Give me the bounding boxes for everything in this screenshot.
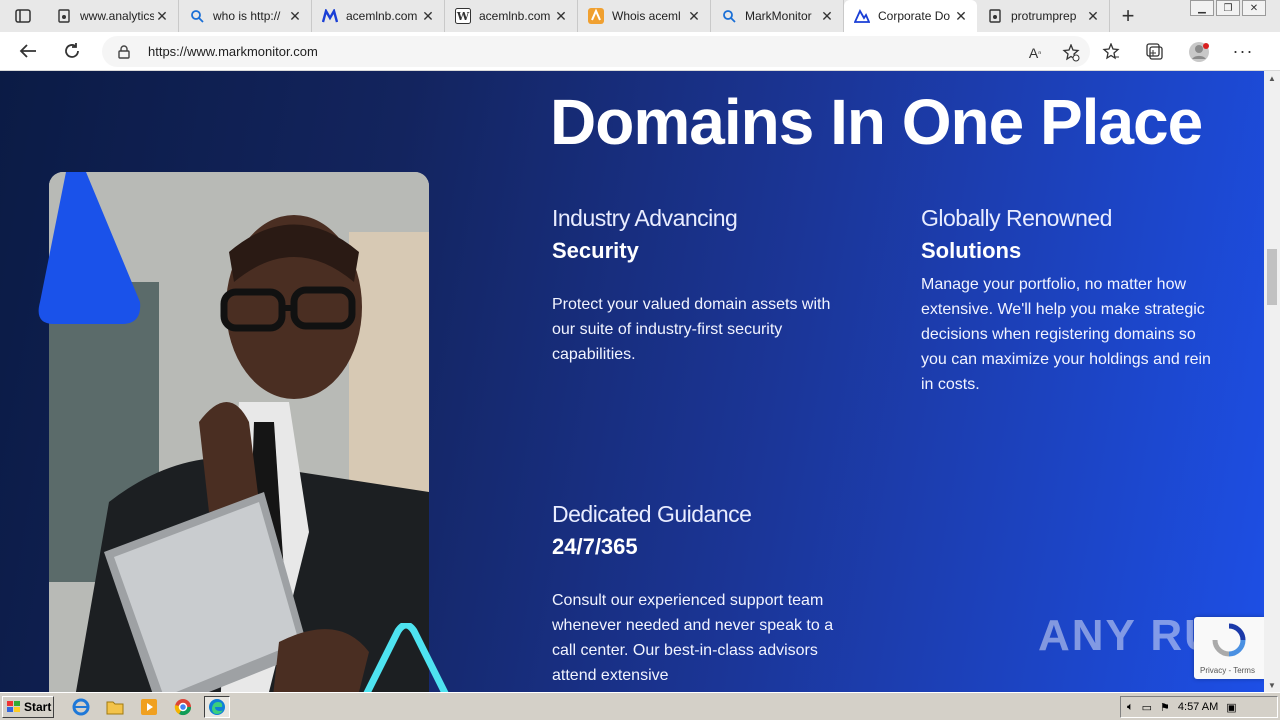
page-content: Domains In One Place Industry Advancing … xyxy=(0,71,1264,692)
svg-text:W: W xyxy=(456,10,470,23)
start-label: Start xyxy=(24,699,52,714)
tab-strip: www.analytics ✕ who is http:// ✕ acemlnb… xyxy=(0,0,1280,32)
feature-heading: 24/7/365 xyxy=(552,534,638,559)
system-tray: 🔈︎ ▭ ⚑ 4:57 AM ▣ xyxy=(1120,696,1278,718)
blue-triangle-shape xyxy=(38,172,141,324)
close-icon[interactable]: ✕ xyxy=(1085,8,1101,24)
tab-4[interactable]: W acemlnb.com ✕ xyxy=(445,0,578,32)
tab-title: acemlnb.com xyxy=(479,9,551,23)
refresh-icon xyxy=(65,43,79,58)
clock[interactable]: 4:57 AM xyxy=(1178,701,1218,713)
w-logo-icon: W xyxy=(455,8,471,24)
tab-actions-button[interactable] xyxy=(0,0,46,32)
close-icon[interactable]: ✕ xyxy=(287,8,303,24)
tab-2[interactable]: who is http:// ✕ xyxy=(179,0,312,32)
tab-title: acemlnb.com xyxy=(346,9,418,23)
new-tab-button[interactable]: + xyxy=(1110,0,1146,32)
close-icon[interactable]: ✕ xyxy=(553,8,569,24)
refresh-button[interactable] xyxy=(52,33,92,69)
feature-description: Consult our experienced support team whe… xyxy=(552,592,834,684)
search-icon xyxy=(189,8,205,24)
tab-title: www.analytics xyxy=(80,9,154,23)
scroll-down-icon[interactable]: ▼ xyxy=(1264,678,1280,692)
explorer-folder-icon[interactable] xyxy=(102,696,128,718)
favorites-icon[interactable] xyxy=(1100,41,1122,63)
scroll-up-icon[interactable]: ▲ xyxy=(1264,71,1280,85)
windows-logo-icon xyxy=(7,700,20,712)
collections-icon[interactable] xyxy=(1144,41,1166,63)
search-icon xyxy=(721,8,737,24)
page-icon xyxy=(56,8,72,24)
tab-title: Corporate Do xyxy=(878,9,951,23)
quick-launch xyxy=(68,695,230,718)
tab-title: protrumprep xyxy=(1011,9,1077,23)
tab-5[interactable]: Whois aceml ✕ xyxy=(578,0,711,32)
url-text[interactable]: https://www.markmonitor.com xyxy=(148,44,318,59)
tab-8[interactable]: protrumprep ✕ xyxy=(977,0,1110,32)
ie-icon[interactable] xyxy=(68,696,94,718)
feature-heading: Security xyxy=(552,238,639,263)
feature-kicker: Globally Renowned xyxy=(921,205,1112,231)
browser-toolbar: https://www.markmonitor.com Aⁿ ··· xyxy=(0,32,1280,71)
m-logo-icon xyxy=(322,8,338,24)
notification-icon[interactable]: ▣ xyxy=(1226,701,1236,714)
cyan-triangle-shape xyxy=(363,623,449,692)
tab-3[interactable]: acemlnb.com ✕ xyxy=(312,0,445,32)
close-icon[interactable]: ✕ xyxy=(953,8,969,24)
tab-actions-icon xyxy=(15,9,31,23)
close-icon[interactable]: ✕ xyxy=(686,8,702,24)
restore-button[interactable]: ❐ xyxy=(1216,0,1240,16)
feature-kicker: Dedicated Guidance xyxy=(552,501,752,527)
tab-active-corporate[interactable]: Corporate Do ✕ xyxy=(844,0,977,32)
recaptcha-icon xyxy=(1212,623,1246,657)
back-button[interactable] xyxy=(8,33,48,69)
more-menu-icon[interactable]: ··· xyxy=(1232,41,1254,63)
tab-title: who is http:// xyxy=(213,9,281,23)
window-controls: ▁ ❐ ✕ xyxy=(1190,0,1266,18)
close-window-button[interactable]: ✕ xyxy=(1242,0,1266,16)
profile-avatar-icon[interactable] xyxy=(1188,41,1210,63)
tab-title: MarkMonitor xyxy=(745,9,812,23)
feature-kicker: Industry Advancing xyxy=(552,205,738,231)
close-icon[interactable]: ✕ xyxy=(420,8,436,24)
feature-heading: Solutions xyxy=(921,238,1022,263)
markmonitor-icon xyxy=(854,8,870,24)
feature-description: Manage your portfolio, no matter how ext… xyxy=(921,276,1211,393)
back-arrow-icon xyxy=(19,44,36,58)
page-scrollbar[interactable]: ▲ ▼ xyxy=(1264,71,1280,692)
close-icon[interactable]: ✕ xyxy=(154,8,170,24)
hero-title: Domains In One Place xyxy=(550,86,1203,158)
flag-icon[interactable]: ⚑ xyxy=(1160,701,1170,714)
read-aloud-icon[interactable]: Aⁿ xyxy=(1024,42,1046,64)
feature-security: Industry Advancing Security Protect your… xyxy=(552,205,842,367)
windows-taskbar: Start 🔈︎ ▭ ⚑ 4:57 AM ▣ xyxy=(0,692,1280,720)
tab-title: Whois aceml xyxy=(612,9,681,23)
chrome-icon[interactable] xyxy=(170,696,196,718)
volume-icon[interactable]: 🔈︎ xyxy=(1127,701,1134,714)
tab-6[interactable]: MarkMonitor ✕ xyxy=(711,0,844,32)
lock-icon[interactable] xyxy=(118,44,134,59)
address-bar[interactable]: https://www.markmonitor.com Aⁿ xyxy=(102,36,1090,67)
feature-description: Protect your valued domain assets with o… xyxy=(552,296,831,363)
edge-icon[interactable] xyxy=(204,695,230,718)
whois-icon xyxy=(588,8,604,24)
recaptcha-badge[interactable]: Privacy - Terms xyxy=(1194,617,1264,679)
start-button[interactable]: Start xyxy=(2,695,54,718)
recaptcha-links[interactable]: Privacy - Terms xyxy=(1200,666,1255,675)
feature-solutions: Globally Renowned Solutions Manage your … xyxy=(921,205,1211,397)
page-icon xyxy=(987,8,1003,24)
minimize-button[interactable]: ▁ xyxy=(1190,0,1214,16)
media-player-icon[interactable] xyxy=(136,696,162,718)
network-icon[interactable]: ▭ xyxy=(1142,701,1152,714)
add-favorite-icon[interactable] xyxy=(1060,42,1082,64)
tab-1[interactable]: www.analytics ✕ xyxy=(46,0,179,32)
feature-guidance: Dedicated Guidance 24/7/365 Consult our … xyxy=(552,501,842,688)
close-icon[interactable]: ✕ xyxy=(819,8,835,24)
scroll-thumb[interactable] xyxy=(1267,249,1277,305)
